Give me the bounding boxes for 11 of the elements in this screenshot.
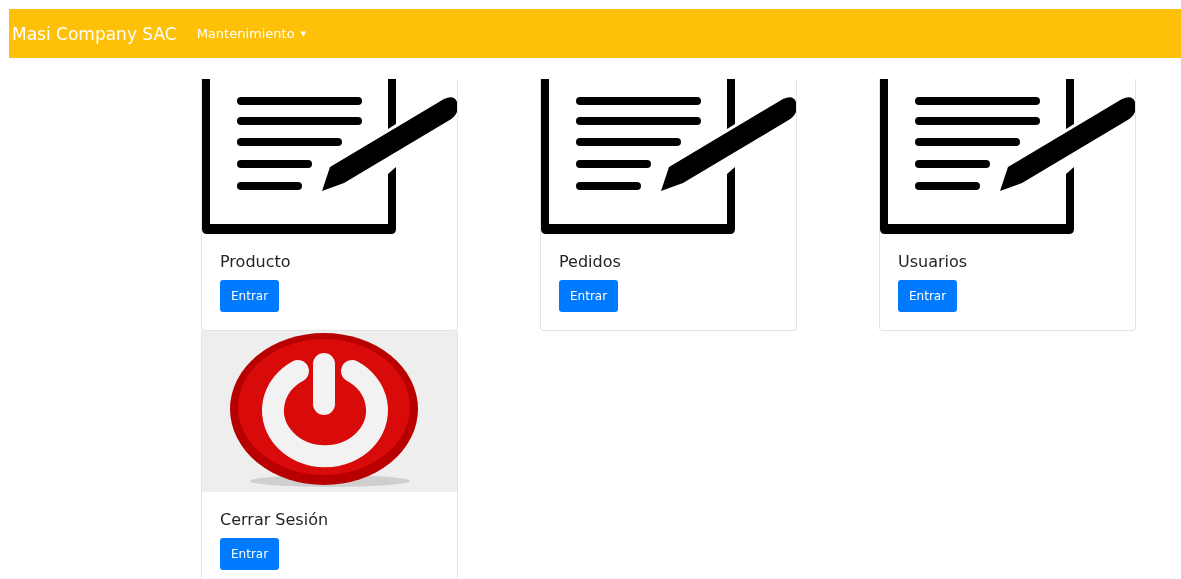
document-edit-icon: [541, 79, 796, 234]
enter-button[interactable]: Entrar: [559, 280, 619, 312]
enter-button[interactable]: Entrar: [220, 538, 280, 570]
enter-button[interactable]: Entrar: [220, 280, 280, 312]
card-title: Usuarios: [898, 252, 968, 271]
document-edit-icon: [202, 79, 457, 234]
card-title: Cerrar Sesión: [220, 510, 329, 529]
enter-button[interactable]: Entrar: [898, 280, 958, 312]
card-title: Producto: [220, 252, 291, 271]
card-title: Pedidos: [559, 252, 621, 271]
document-edit-icon: [880, 79, 1135, 234]
